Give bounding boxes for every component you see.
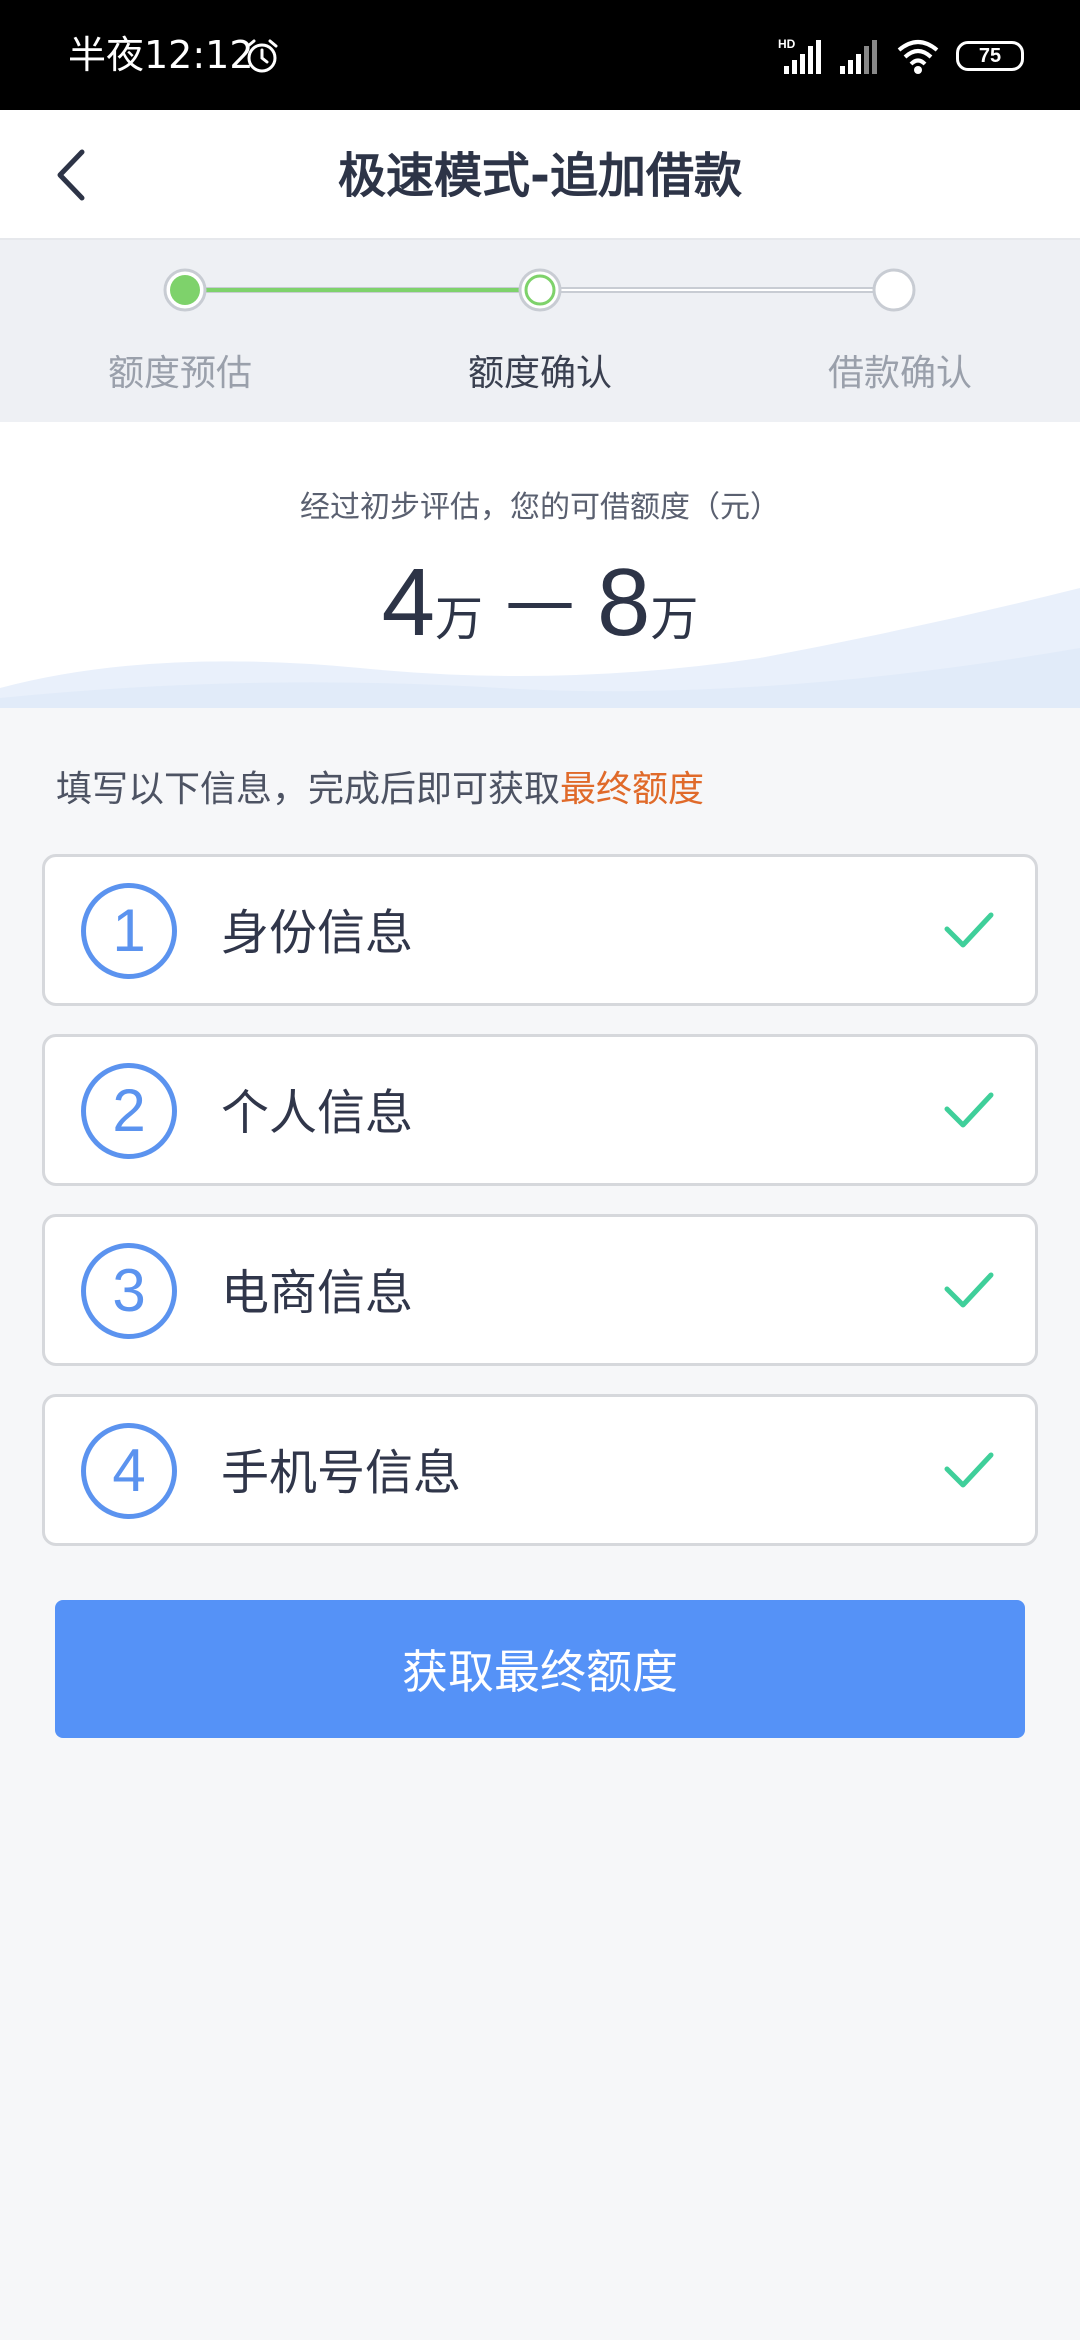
battery-icon: 75 [956,41,1024,71]
step-dot-pending [872,268,916,312]
page-title: 极速模式-追加借款 [338,148,742,204]
info-item-label: 电商信息 [221,1265,414,1321]
prompt-highlight: 最终额度 [560,769,705,810]
alarm-icon [246,39,278,73]
info-item-identity[interactable]: 1 身份信息 [42,854,1038,1006]
step-label-loan: 借款确认 [827,353,972,394]
step-label-confirm: 额度确认 [467,353,612,394]
checkmark-icon [944,1452,994,1488]
step-progress: 额度预估 额度确认 借款确认 [0,240,1080,422]
svg-text:HD: HD [778,37,796,51]
step-label-estimate: 额度预估 [107,353,252,394]
quota-unit-min: 万 [434,591,483,647]
info-item-label: 手机号信息 [221,1445,462,1501]
checkmark-icon [944,1272,994,1308]
quota-amount: 4万 —8万 [0,548,1080,685]
step-number-badge: 2 [81,1063,177,1159]
status-bar: 半夜12:12 HD 75 [0,0,1080,110]
signal-icon [840,40,877,74]
status-icons: HD 75 [778,34,1024,78]
quota-min: 4 [381,549,435,656]
quota-caption: 经过初步评估，您的可借额度（元） [300,490,780,525]
quota-max: 8 [597,549,651,656]
info-item-personal[interactable]: 2 个人信息 [42,1034,1038,1186]
quota-separator: — [505,560,575,642]
quota-card: 经过初步评估，您的可借额度（元） 4万 —8万 [0,422,1080,708]
info-item-ecommerce[interactable]: 3 电商信息 [42,1214,1038,1366]
wifi-icon [897,40,939,74]
status-time: 半夜12:12 [68,33,254,77]
info-prompt: 填写以下信息，完成后即可获取最终额度 [56,766,704,814]
step-number-badge: 4 [81,1423,177,1519]
info-item-label: 身份信息 [221,905,414,961]
step-number-badge: 1 [81,883,177,979]
nav-bar: 极速模式-追加借款 [0,110,1080,240]
checkmark-icon [944,1092,994,1128]
quota-unit-max: 万 [650,591,699,647]
info-item-phone[interactable]: 4 手机号信息 [42,1394,1038,1546]
info-item-label: 个人信息 [221,1085,414,1141]
hd-signal-icon: HD [778,37,821,74]
checkmark-icon [944,912,994,948]
prompt-text: 填写以下信息，完成后即可获取 [56,769,561,810]
get-final-quota-button[interactable]: 获取最终额度 [55,1600,1025,1738]
step-number-badge: 3 [81,1243,177,1339]
